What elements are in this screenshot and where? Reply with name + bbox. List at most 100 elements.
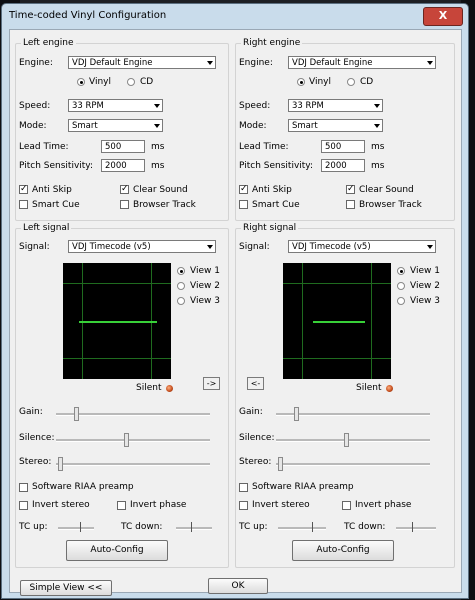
left-signal-group: Left signal Signal: VDJ Timecode (v5) Vi… [15, 223, 229, 568]
right-anti-skip-checkbox[interactable]: ✓ [239, 185, 248, 194]
left-cd-radio[interactable] [127, 78, 135, 86]
left-signal-select[interactable]: VDJ Timecode (v5) [68, 240, 216, 253]
right-signal-scope [283, 263, 391, 379]
chevron-down-icon [207, 61, 213, 65]
left-pitch-unit: ms [151, 161, 165, 171]
right-auto-config-button[interactable]: Auto-Config [292, 540, 394, 561]
left-lead-unit: ms [151, 142, 165, 152]
right-stereo-track [276, 463, 430, 466]
right-copy-button[interactable]: <- [247, 377, 264, 390]
left-mode-label: Mode: [19, 121, 47, 131]
right-invert-stereo-checkbox[interactable] [239, 501, 248, 510]
left-browser-track-label: Browser Track [133, 200, 196, 210]
right-tc-up-slider[interactable] [312, 522, 313, 532]
right-gain-slider[interactable] [294, 407, 299, 421]
right-mode-select[interactable]: Smart [288, 119, 383, 132]
left-silence-label: Silence: [19, 433, 55, 443]
left-tc-down-label: TC down: [121, 522, 163, 532]
right-engine-select[interactable]: VDJ Default Engine [288, 56, 436, 69]
left-clear-sound-checkbox[interactable]: ✓ [120, 185, 129, 194]
left-signal-scope [63, 263, 171, 379]
right-view1-radio[interactable] [397, 267, 405, 275]
scope-grid-line [302, 263, 303, 379]
left-signal-title: Left signal [21, 223, 72, 233]
left-anti-skip-checkbox[interactable]: ✓ [19, 185, 28, 194]
left-signal-value: VDJ Timecode (v5) [72, 242, 151, 252]
dialog-client: Left engine Engine: VDJ Default Engine V… [9, 29, 462, 596]
right-tc-down-slider[interactable] [412, 522, 413, 532]
right-pitch-input[interactable]: 2000 [321, 159, 365, 172]
right-speed-select[interactable]: 33 RPM [288, 99, 383, 112]
title-bar[interactable]: Time-coded Vinyl Configuration X [2, 4, 468, 28]
right-vinyl-radio[interactable] [297, 78, 305, 86]
left-lead-input[interactable]: 500 [101, 140, 145, 153]
left-stereo-label: Stereo: [19, 457, 52, 467]
simple-view-button[interactable]: Simple View << [20, 580, 112, 596]
left-speed-select[interactable]: 33 RPM [68, 99, 163, 112]
right-lead-unit: ms [371, 142, 385, 152]
right-tc-down-label: TC down: [344, 522, 386, 532]
left-invert-phase-label: Invert phase [130, 500, 187, 510]
right-signal-select[interactable]: VDJ Timecode (v5) [288, 240, 436, 253]
left-riaa-label: Software RIAA preamp [32, 482, 134, 492]
right-cd-label: CD [360, 77, 374, 87]
right-clear-sound-checkbox[interactable]: ✓ [346, 185, 355, 194]
right-gain-track [276, 413, 430, 416]
left-view3-radio[interactable] [177, 297, 185, 305]
right-smart-cue-checkbox[interactable] [239, 200, 248, 209]
right-stereo-slider[interactable] [278, 457, 283, 471]
right-riaa-checkbox[interactable] [239, 483, 248, 492]
right-lead-input[interactable]: 500 [321, 140, 365, 153]
right-riaa-label: Software RIAA preamp [252, 482, 354, 492]
left-smart-cue-checkbox[interactable] [19, 200, 28, 209]
right-view2-radio[interactable] [397, 282, 405, 290]
right-view3-radio[interactable] [397, 297, 405, 305]
left-engine-select[interactable]: VDJ Default Engine [68, 56, 216, 69]
right-silence-track [276, 439, 430, 442]
left-stereo-slider[interactable] [58, 457, 63, 471]
left-pitch-input[interactable]: 2000 [101, 159, 145, 172]
scope-grid-line [283, 283, 391, 284]
left-view1-radio[interactable] [177, 267, 185, 275]
left-view2-radio[interactable] [177, 282, 185, 290]
ok-button[interactable]: OK [208, 578, 268, 594]
close-button[interactable]: X [423, 7, 463, 26]
left-pitch-label: Pitch Sensitivity: [19, 161, 94, 171]
right-engine-group: Right engine Engine: VDJ Default Engine … [235, 38, 455, 221]
right-invert-phase-label: Invert phase [355, 500, 412, 510]
left-silence-slider[interactable] [124, 433, 129, 447]
left-gain-label: Gain: [19, 407, 43, 417]
left-invert-stereo-checkbox[interactable] [19, 501, 28, 510]
right-browser-track-checkbox[interactable] [346, 200, 355, 209]
chevron-down-icon [374, 124, 380, 128]
left-invert-phase-checkbox[interactable] [117, 501, 126, 510]
left-cd-label: CD [140, 77, 154, 87]
left-tc-up-slider[interactable] [80, 522, 81, 532]
left-browser-track-checkbox[interactable] [120, 200, 129, 209]
right-cd-radio[interactable] [347, 78, 355, 86]
scope-trace [313, 321, 365, 323]
right-silence-slider[interactable] [344, 433, 349, 447]
right-anti-skip-label: Anti Skip [252, 185, 292, 195]
left-auto-config-button[interactable]: Auto-Config [66, 540, 168, 561]
left-gain-track [56, 413, 210, 416]
left-silent-led-icon [166, 385, 173, 392]
right-silent-label: Silent [356, 383, 382, 393]
left-gain-slider[interactable] [74, 407, 79, 421]
right-pitch-value: 2000 [325, 161, 347, 171]
left-copy-button[interactable]: -> [203, 377, 220, 390]
right-signal-value: VDJ Timecode (v5) [292, 242, 371, 252]
left-tc-down-slider[interactable] [191, 522, 192, 532]
left-mode-value: Smart [72, 121, 98, 131]
left-smart-cue-label: Smart Cue [32, 200, 80, 210]
left-riaa-checkbox[interactable] [19, 483, 28, 492]
right-silence-label: Silence: [239, 433, 275, 443]
scope-grid-line [63, 283, 171, 284]
right-smart-cue-label: Smart Cue [252, 200, 300, 210]
right-signal-label: Signal: [239, 242, 270, 252]
left-vinyl-radio[interactable] [77, 78, 85, 86]
right-invert-phase-checkbox[interactable] [342, 501, 351, 510]
right-tc-up-track [278, 527, 326, 530]
left-mode-select[interactable]: Smart [68, 119, 163, 132]
left-speed-label: Speed: [19, 101, 51, 111]
